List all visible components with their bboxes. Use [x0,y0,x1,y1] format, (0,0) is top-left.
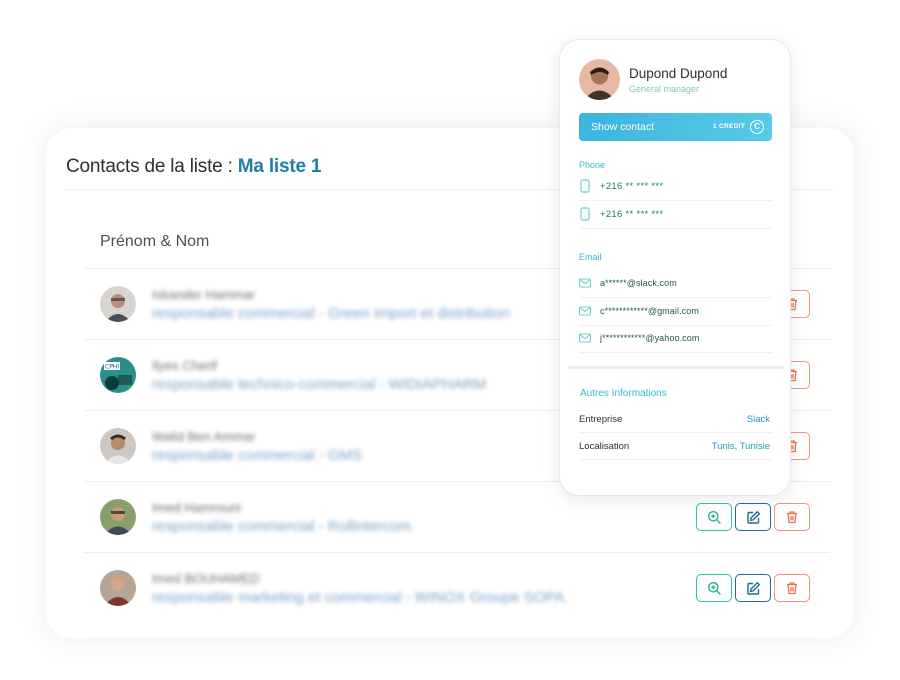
mail-icon [579,333,591,343]
avatar [100,286,136,322]
delete-button[interactable] [774,574,810,602]
location-value: Tunis, Tunisie [711,441,770,452]
edit-icon [746,510,760,524]
contact-detail-popup: Dupond Dupond General manager Show conta… [559,39,791,496]
mail-icon [579,306,591,316]
contact-name: Iskander Hammar [152,287,256,302]
credit-label: 1 CREDIT [712,123,745,130]
avatar [100,428,136,464]
trash-icon [787,511,797,524]
email-section-label: Email [579,252,602,262]
phone-section-label: Phone [579,160,606,170]
phone-value: +216 ** *** *** [600,181,664,192]
title-prefix: Contacts de la liste : [66,156,238,177]
edit-button[interactable] [735,574,771,602]
contact-name: Walid Ben Ammar [152,429,256,444]
contact-title: responsable technico-commercial - WIDIAP… [152,376,487,393]
phone-icon [580,179,590,193]
phone-value: +216 ** *** *** [600,209,664,220]
email-item[interactable]: c************@gmail.com [579,298,772,326]
view-button[interactable] [696,574,732,602]
phone-icon [580,207,590,221]
edit-button[interactable] [735,503,771,531]
email-item[interactable]: j************@yahoo.com [579,325,772,353]
show-contact-label: Show contact [591,121,655,133]
avatar: CPHI [100,357,136,393]
view-button[interactable] [696,503,732,531]
info-row-company: Entreprise Slack [579,406,772,433]
coin-icon: C [750,120,764,134]
contact-name: Imed BOUHAMED [152,571,260,586]
email-value: a******@slack.com [600,278,677,288]
contact-name: Ilyes Cherif [152,358,218,373]
contact-title: responsable commercial - Green Import et… [152,305,510,322]
edit-icon [746,581,760,595]
delete-button[interactable] [774,503,810,531]
zoom-in-icon [707,581,721,595]
contact-title: responsable marketing et commercial - WI… [152,589,565,606]
show-contact-button[interactable]: Show contact 1 CREDIT C [579,113,772,141]
company-label: Entreprise [579,414,623,425]
phone-item[interactable]: +216 ** *** *** [579,173,772,201]
info-row-location: Localisation Tunis, Tunisie [579,433,772,460]
zoom-in-icon [707,510,721,524]
table-row[interactable]: Imed BOUHAMED responsable marketing et c… [84,553,830,624]
avatar [579,59,620,100]
email-value: j************@yahoo.com [600,333,700,343]
contact-title: responsable commercial - GMS [152,447,363,464]
company-value: Slack [746,414,770,425]
avatar [100,570,136,606]
other-info-title: Autres Informations [580,388,667,399]
contact-name: Dupond Dupond [629,66,728,81]
section-divider [568,366,784,369]
location-label: Localisation [579,441,630,452]
avatar [100,499,136,535]
contact-role: General manager [629,84,700,94]
svg-text:CPHI: CPHI [105,364,119,371]
column-header-name[interactable]: Prénom & Nom [100,233,209,251]
contact-title: responsable commercial - Rollintercom [152,518,412,535]
list-name[interactable]: Ma liste 1 [238,156,322,177]
email-item[interactable]: a******@slack.com [579,270,772,298]
email-value: c************@gmail.com [600,306,699,316]
phone-item[interactable]: +216 ** *** *** [579,201,772,229]
contact-name: Imed Hamrouni [152,500,241,515]
trash-icon [787,582,797,595]
mail-icon [579,278,591,288]
